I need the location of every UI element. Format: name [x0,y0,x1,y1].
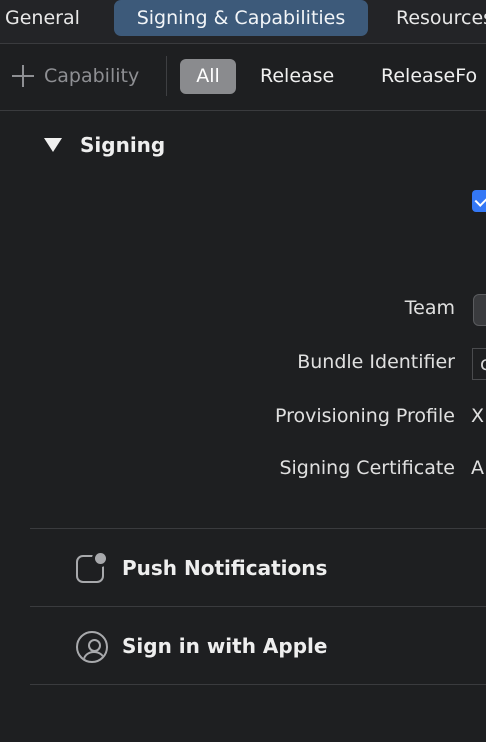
filter-divider [166,56,167,96]
segment-releasefo[interactable]: ReleaseFo [381,59,477,94]
team-label: Team [404,297,455,319]
provisioning-profile-label: Provisioning Profile [274,405,455,427]
tab-signing-capabilities[interactable]: Signing & Capabilities [114,0,368,36]
automatically-manage-signing-checkbox[interactable] [472,190,486,212]
signing-certificate-value: A [471,457,484,479]
capability-filter-bar: Capability All Release ReleaseFo [0,44,486,111]
signing-section-title: Signing [80,133,166,157]
team-popup-button[interactable] [473,294,486,326]
segment-all[interactable]: All [180,59,236,94]
capability-push-notifications[interactable]: Push Notifications [76,552,327,584]
section-divider [30,684,486,685]
provisioning-profile-value: X [471,405,485,427]
notification-icon [76,553,106,583]
tab-general[interactable]: General [5,0,80,36]
section-divider [30,606,486,607]
plus-icon [12,65,34,87]
capability-title: Sign in with Apple [122,634,328,658]
add-capability-label: Capability [44,65,140,87]
add-capability-button[interactable]: Capability [12,61,139,91]
bundle-identifier-field[interactable]: c [472,348,486,380]
capability-sign-in-with-apple[interactable]: Sign in with Apple [76,630,328,663]
signing-capabilities-pane: General Signing & Capabilities Resources… [0,0,486,742]
person-circle-icon [76,631,108,663]
segment-release[interactable]: Release [260,59,334,94]
disclosure-triangle-icon[interactable] [44,138,62,152]
signing-certificate-label: Signing Certificate [279,457,455,479]
bundle-identifier-label: Bundle Identifier [297,351,455,373]
capability-title: Push Notifications [122,556,328,580]
signing-section-header[interactable]: Signing [44,130,165,160]
tab-resources[interactable]: Resources [396,0,486,36]
section-divider [30,528,486,529]
editor-tab-bar: General Signing & Capabilities Resources [0,0,486,44]
